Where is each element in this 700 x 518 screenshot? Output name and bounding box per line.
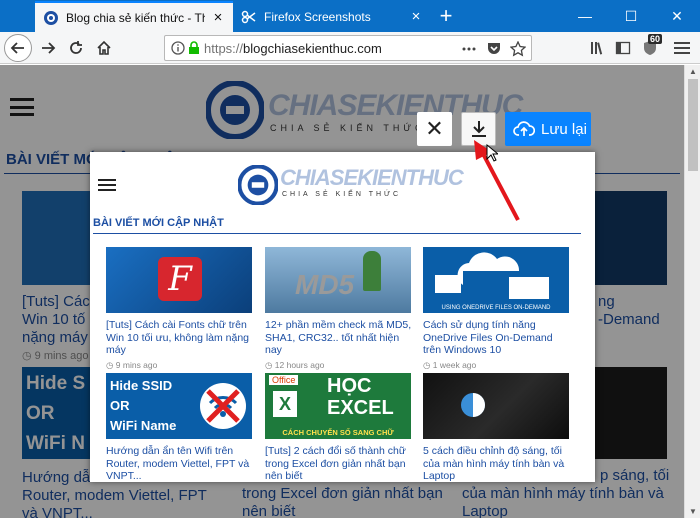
article-thumbnail: Hide SSID OR WiFi Name bbox=[106, 373, 252, 439]
article-thumbnail: Office X HỌC EXCEL CÁCH CHUYỂN SỐ SANG C… bbox=[265, 373, 411, 439]
article-card[interactable]: Office X HỌC EXCEL CÁCH CHUYỂN SỐ SANG C… bbox=[265, 373, 413, 482]
article-title: Cách sử dụng tính năng OneDrive Files On… bbox=[423, 319, 553, 356]
pocket-icon[interactable] bbox=[484, 39, 504, 59]
tab-title: Firefox Screenshots bbox=[264, 9, 371, 24]
article-thumbnail: MD5 bbox=[265, 247, 411, 313]
close-window-button[interactable]: ✕ bbox=[654, 0, 700, 32]
scroll-up-icon[interactable]: ▲ bbox=[689, 67, 697, 76]
article-time: ◷ 12 hours ago bbox=[265, 360, 325, 370]
mouse-cursor-icon bbox=[486, 144, 498, 162]
back-button[interactable] bbox=[4, 34, 32, 62]
article-card[interactable]: 5 cách điều chỉnh độ sáng, tối của màn h… bbox=[423, 373, 571, 482]
tab-title: Blog chia sẻ kiến thức - Thủ thuật bbox=[66, 10, 205, 25]
scissors-icon bbox=[241, 10, 256, 23]
site-menu-icon bbox=[98, 179, 116, 191]
navigation-toolbar: https://blogchiasekienthuc.com 60 bbox=[0, 32, 700, 64]
article-card[interactable]: MD5 12+ phần mềm check mã MD5, SHA1, CRC… bbox=[265, 247, 413, 371]
article-thumbnail: USING ONEDRIVE FILES ON-DEMAND bbox=[423, 247, 569, 313]
preview-section-divider bbox=[93, 233, 581, 234]
scrollbar-thumb[interactable] bbox=[688, 79, 698, 171]
tab-close-icon[interactable]: × bbox=[409, 8, 423, 25]
wifi-crossed-icon bbox=[200, 383, 246, 429]
minimize-button[interactable]: — bbox=[562, 0, 608, 32]
bookmark-star-icon[interactable] bbox=[508, 39, 528, 59]
sidebar-button[interactable] bbox=[609, 34, 637, 62]
article-time: ◷ 1 week ago bbox=[423, 360, 477, 370]
article-card[interactable]: F [Tuts] Cách cài Fonts chữ trên Win 10 … bbox=[106, 247, 254, 371]
maximize-button[interactable]: ☐ bbox=[608, 0, 654, 32]
annotation-arrow bbox=[474, 140, 520, 221]
article-card[interactable]: USING ONEDRIVE FILES ON-DEMAND Cách sử d… bbox=[423, 247, 571, 371]
library-button[interactable] bbox=[583, 34, 611, 62]
page-scrollbar[interactable]: ▲ ▼ bbox=[684, 65, 700, 518]
cloud-upload-icon bbox=[513, 121, 535, 136]
sidebar-icon bbox=[615, 41, 631, 55]
tab-close-icon[interactable]: × bbox=[211, 9, 225, 26]
page-actions-icon[interactable] bbox=[459, 39, 479, 59]
download-icon bbox=[471, 121, 486, 137]
onedrive-cloud-icon bbox=[435, 252, 549, 299]
save-label: Lưu lại bbox=[541, 120, 587, 138]
article-title: [Tuts] 2 cách đổi số thành chữ trong Exc… bbox=[265, 445, 406, 482]
library-icon bbox=[591, 42, 603, 55]
arrow-right-icon bbox=[42, 42, 56, 54]
url-bar[interactable]: https://blogchiasekienthuc.com bbox=[164, 35, 532, 61]
new-tab-button[interactable]: + bbox=[431, 1, 461, 32]
blog-favicon-icon bbox=[44, 10, 58, 25]
info-icon[interactable] bbox=[171, 41, 185, 55]
logo-mark-icon bbox=[238, 165, 278, 205]
forward-button[interactable] bbox=[34, 34, 62, 62]
tab-firefox-screenshots[interactable]: Firefox Screenshots × bbox=[233, 1, 431, 32]
arrow-left-icon bbox=[10, 42, 24, 54]
extension-badge: 60 bbox=[648, 34, 663, 44]
article-thumbnail bbox=[423, 373, 569, 439]
article-title: [Tuts] Cách cài Fonts chữ trên Win 10 tố… bbox=[106, 319, 250, 356]
reload-button[interactable] bbox=[62, 34, 90, 62]
article-title: 12+ phần mềm check mã MD5, SHA1, CRC32..… bbox=[265, 319, 412, 356]
tab-blog[interactable]: Blog chia sẻ kiến thức - Thủ thuật × bbox=[35, 1, 233, 32]
hamburger-menu-icon bbox=[674, 42, 690, 54]
article-time: ◷ 9 mins ago bbox=[106, 360, 158, 370]
logo-text: CHIASEKIENTHUC bbox=[280, 165, 464, 190]
lock-icon[interactable] bbox=[188, 41, 200, 55]
brightness-icon bbox=[461, 393, 485, 417]
home-button[interactable] bbox=[90, 34, 118, 62]
preview-section-heading: BÀI VIẾT MỚI CẬP NHẬT bbox=[93, 217, 224, 229]
article-title: Hướng dẫn ẩn tên Wifi trên Router, modem… bbox=[106, 445, 250, 482]
menu-button[interactable] bbox=[668, 34, 696, 62]
scroll-down-icon[interactable]: ▼ bbox=[689, 507, 697, 516]
logo-tagline: CHIA SẺ KIẾN THỨC bbox=[282, 191, 402, 198]
tab-bar: Blog chia sẻ kiến thức - Thủ thuật × Fir… bbox=[0, 0, 700, 32]
article-card[interactable]: Hide SSID OR WiFi Name Hướng dẫn ẩn tên … bbox=[106, 373, 254, 482]
cancel-screenshot-button[interactable]: ✕ bbox=[417, 112, 452, 146]
article-title: 5 cách điều chỉnh độ sáng, tối của màn h… bbox=[423, 445, 565, 482]
reload-icon bbox=[70, 41, 82, 54]
home-icon bbox=[97, 40, 111, 55]
url-text: https://blogchiasekienthuc.com bbox=[204, 40, 382, 56]
article-thumbnail: F bbox=[106, 247, 252, 313]
